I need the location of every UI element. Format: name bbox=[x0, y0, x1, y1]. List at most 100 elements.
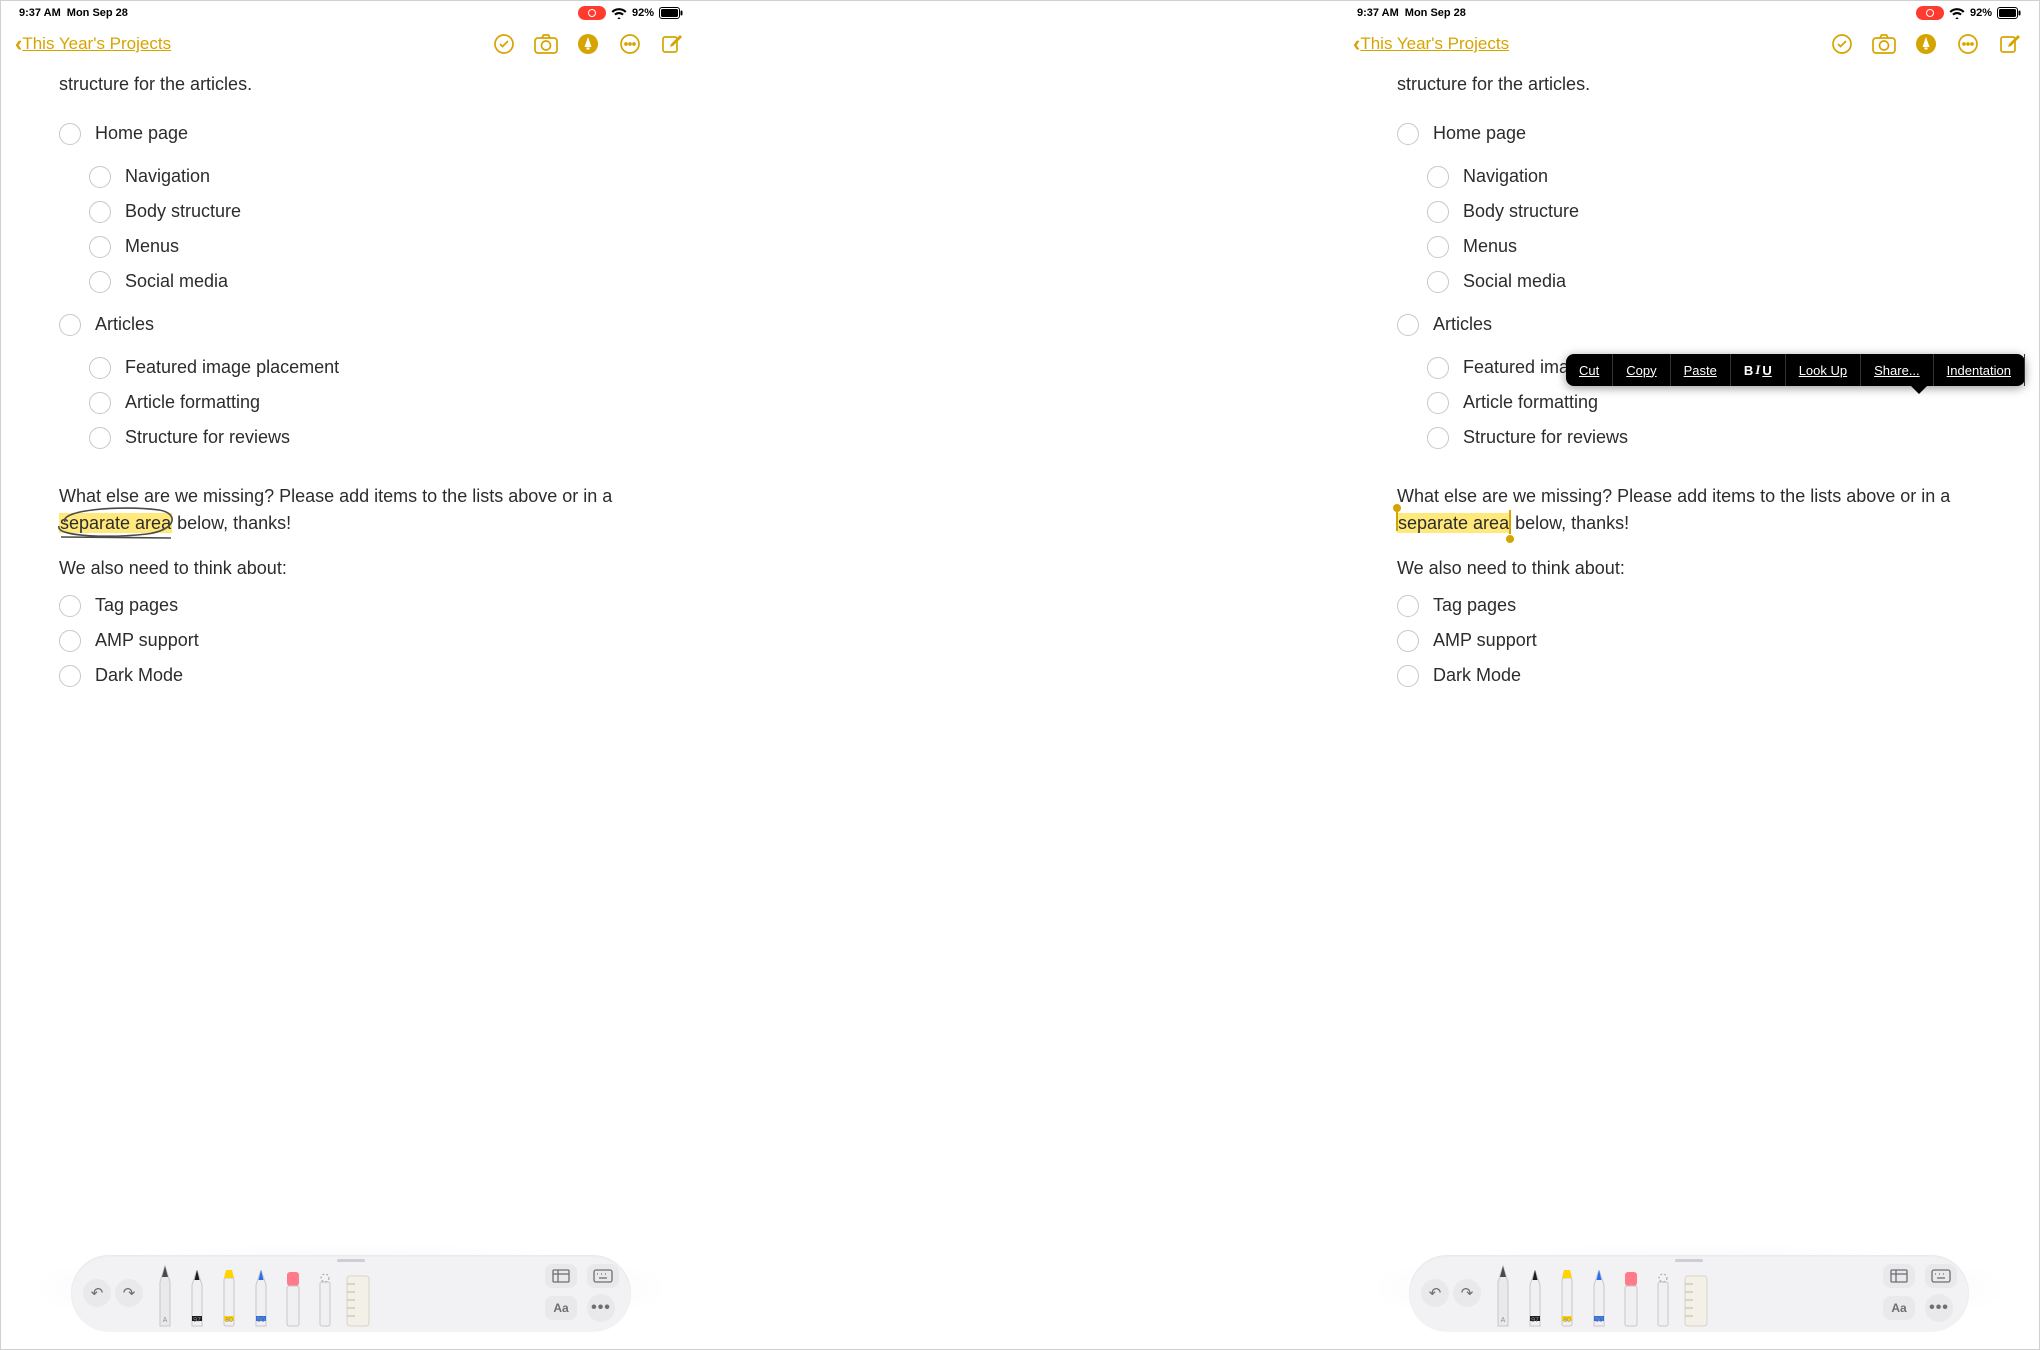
checkbox-icon[interactable] bbox=[1427, 201, 1449, 223]
lasso-tool[interactable] bbox=[311, 1272, 339, 1328]
markup-toolbar[interactable]: ↶ ↷ A 97 80 50 Aa ••• bbox=[71, 1255, 631, 1331]
checkbox-icon[interactable] bbox=[1397, 630, 1419, 652]
checklist-item[interactable]: Home page bbox=[59, 116, 643, 151]
copy-button[interactable]: Copy bbox=[1613, 354, 1670, 386]
cut-button[interactable]: Cut bbox=[1566, 354, 1613, 386]
pencil-tool[interactable]: 50 bbox=[1585, 1270, 1613, 1328]
paragraph[interactable]: What else are we missing? Please add ite… bbox=[59, 483, 643, 537]
checklist-item[interactable]: Structure for reviews bbox=[1427, 420, 1981, 455]
checklist-item[interactable]: Article formatting bbox=[89, 385, 643, 420]
markup-toolbar[interactable]: ↶ ↷ A 97 80 50 Aa ••• bbox=[1409, 1255, 1969, 1331]
checkbox-icon[interactable] bbox=[1427, 271, 1449, 293]
markup-icon[interactable] bbox=[575, 31, 601, 57]
table-button[interactable] bbox=[545, 1264, 577, 1288]
checkbox-icon[interactable] bbox=[1427, 236, 1449, 258]
paragraph[interactable]: We also need to think about: bbox=[59, 555, 643, 582]
eraser-tool[interactable] bbox=[1617, 1272, 1645, 1328]
checklist-item[interactable]: Home page bbox=[1397, 116, 1981, 151]
text-pen-tool[interactable]: A bbox=[1489, 1264, 1517, 1328]
paste-button[interactable]: Paste bbox=[1671, 354, 1731, 386]
more-icon[interactable] bbox=[1955, 31, 1981, 57]
checklist-item[interactable]: Dark Mode bbox=[1397, 658, 1981, 693]
indentation-button[interactable]: Indentation bbox=[1934, 354, 2025, 386]
compose-icon[interactable] bbox=[1997, 31, 2023, 57]
undo-button[interactable]: ↶ bbox=[83, 1279, 111, 1307]
selection-handle-icon[interactable] bbox=[1393, 504, 1401, 512]
back-button[interactable]: ‹ This Year's Projects bbox=[1353, 31, 1509, 57]
text-format-button[interactable]: Aa bbox=[1883, 1296, 1915, 1320]
biu-button[interactable]: BIU bbox=[1731, 354, 1786, 386]
checklist-item[interactable]: Articles bbox=[59, 307, 643, 342]
highlighted-text[interactable]: separate area bbox=[59, 510, 172, 537]
checklist-item[interactable]: Tag pages bbox=[1397, 588, 1981, 623]
lasso-tool[interactable] bbox=[1649, 1272, 1677, 1328]
text-format-button[interactable]: Aa bbox=[545, 1296, 577, 1320]
checklist-item[interactable]: AMP support bbox=[1397, 623, 1981, 658]
redo-button[interactable]: ↷ bbox=[115, 1279, 143, 1307]
checklist-item[interactable]: Body structure bbox=[89, 194, 643, 229]
screen-recording-indicator[interactable] bbox=[578, 6, 606, 20]
ruler-tool[interactable] bbox=[1681, 1272, 1709, 1328]
share-button[interactable]: Share... bbox=[1861, 354, 1934, 386]
checklist-item[interactable]: Featured image placement bbox=[89, 350, 643, 385]
checkbox-icon[interactable] bbox=[1427, 392, 1449, 414]
screen-recording-indicator[interactable] bbox=[1916, 6, 1944, 20]
checklist-item[interactable]: Body structure bbox=[1427, 194, 1981, 229]
checklist-item[interactable]: Tag pages bbox=[59, 588, 643, 623]
checkbox-icon[interactable] bbox=[1397, 665, 1419, 687]
pencil-tool[interactable]: 50 bbox=[247, 1270, 275, 1328]
checkbox-icon[interactable] bbox=[1427, 166, 1449, 188]
checklist-item[interactable]: Menus bbox=[1427, 229, 1981, 264]
checkbox-icon[interactable] bbox=[89, 392, 111, 414]
checkbox-icon[interactable] bbox=[1397, 314, 1419, 336]
checkbox-icon[interactable] bbox=[59, 595, 81, 617]
checklist-item[interactable]: Menus bbox=[89, 229, 643, 264]
checklist-icon[interactable] bbox=[491, 31, 517, 57]
selection-handle-icon[interactable] bbox=[1509, 510, 1511, 534]
more-tools-button[interactable]: ••• bbox=[1925, 1294, 1953, 1322]
camera-icon[interactable] bbox=[1871, 31, 1897, 57]
checklist-icon[interactable] bbox=[1829, 31, 1855, 57]
checklist-item[interactable]: Article formatting bbox=[1427, 385, 1981, 420]
more-tools-button[interactable]: ••• bbox=[587, 1294, 615, 1322]
drag-handle-icon[interactable] bbox=[337, 1259, 365, 1262]
pen-tool[interactable]: 97 bbox=[1521, 1270, 1549, 1328]
checkbox-icon[interactable] bbox=[59, 665, 81, 687]
checkbox-icon[interactable] bbox=[89, 427, 111, 449]
checkbox-icon[interactable] bbox=[1397, 595, 1419, 617]
more-icon[interactable] bbox=[617, 31, 643, 57]
checkbox-icon[interactable] bbox=[89, 166, 111, 188]
checklist-item[interactable]: Structure for reviews bbox=[89, 420, 643, 455]
compose-icon[interactable] bbox=[659, 31, 685, 57]
camera-icon[interactable] bbox=[533, 31, 559, 57]
checklist-item[interactable]: Dark Mode bbox=[59, 658, 643, 693]
checkbox-icon[interactable] bbox=[89, 201, 111, 223]
checklist-item[interactable]: Navigation bbox=[89, 159, 643, 194]
checkbox-icon[interactable] bbox=[89, 236, 111, 258]
checklist-item[interactable]: Articles bbox=[1397, 307, 1981, 342]
note-content[interactable]: structure for the articles. Home page Na… bbox=[11, 71, 691, 693]
checkbox-icon[interactable] bbox=[1397, 123, 1419, 145]
redo-button[interactable]: ↷ bbox=[1453, 1279, 1481, 1307]
checkbox-icon[interactable] bbox=[59, 314, 81, 336]
checkbox-icon[interactable] bbox=[89, 357, 111, 379]
highlighter-tool[interactable]: 80 bbox=[215, 1270, 243, 1328]
highlighter-tool[interactable]: 80 bbox=[1553, 1270, 1581, 1328]
lookup-button[interactable]: Look Up bbox=[1786, 354, 1861, 386]
checkbox-icon[interactable] bbox=[1427, 427, 1449, 449]
selection-handle-icon[interactable] bbox=[1506, 535, 1514, 543]
checkbox-icon[interactable] bbox=[59, 630, 81, 652]
undo-button[interactable]: ↶ bbox=[1421, 1279, 1449, 1307]
drag-handle-icon[interactable] bbox=[1675, 1259, 1703, 1262]
ruler-tool[interactable] bbox=[343, 1272, 371, 1328]
checkbox-icon[interactable] bbox=[59, 123, 81, 145]
markup-icon[interactable] bbox=[1913, 31, 1939, 57]
checklist-item[interactable]: AMP support bbox=[59, 623, 643, 658]
checkbox-icon[interactable] bbox=[89, 271, 111, 293]
selected-text[interactable]: separate area bbox=[1397, 510, 1510, 537]
checklist-item[interactable]: Social media bbox=[1427, 264, 1981, 299]
eraser-tool[interactable] bbox=[279, 1272, 307, 1328]
keyboard-button[interactable] bbox=[1925, 1264, 1957, 1288]
table-button[interactable] bbox=[1883, 1264, 1915, 1288]
keyboard-button[interactable] bbox=[587, 1264, 619, 1288]
